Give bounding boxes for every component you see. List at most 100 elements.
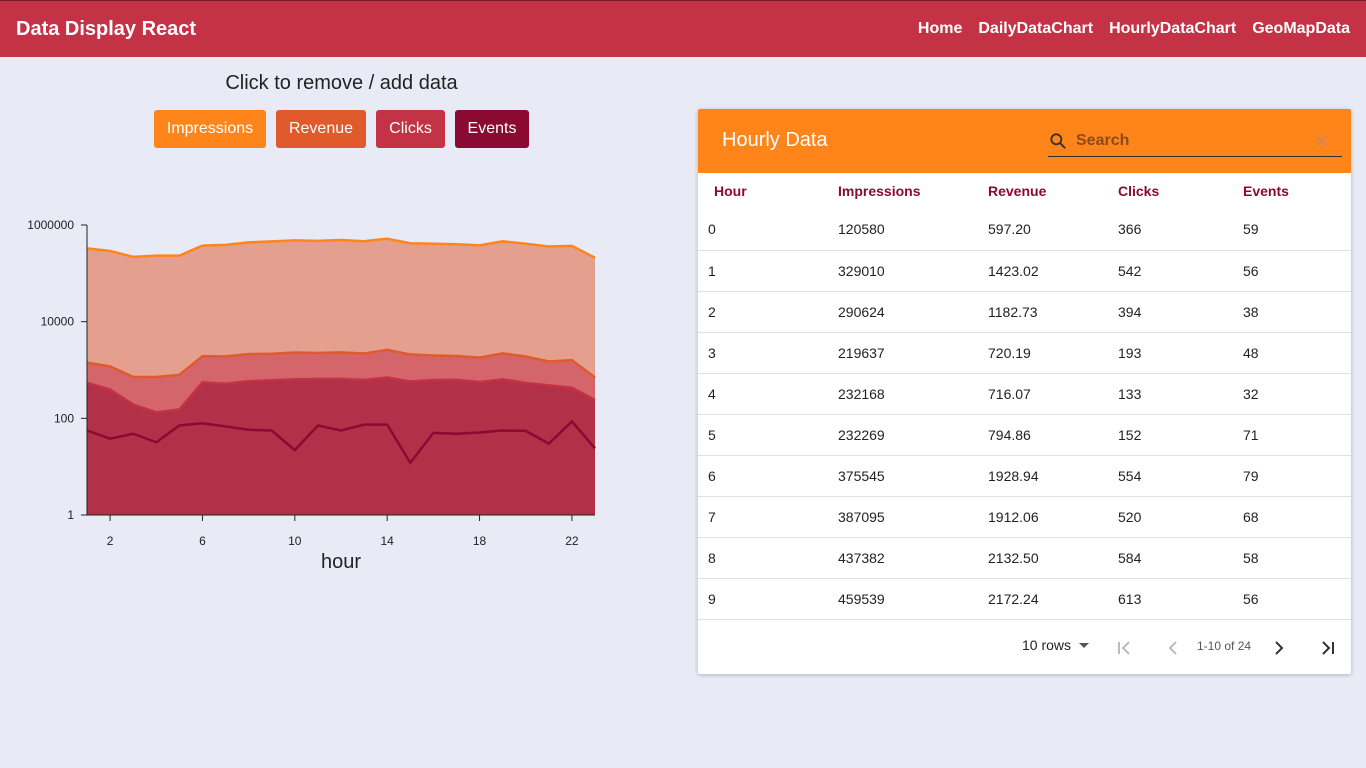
rows-per-page-value: 10 rows: [1022, 637, 1072, 653]
table-cell-revenue: 1182.73: [972, 291, 1102, 333]
table-cell-hour: 1: [698, 250, 822, 292]
table-row[interactable]: 1 329010 1423.02 542 56: [698, 250, 1351, 292]
table-cell-clicks: 152: [1102, 414, 1227, 456]
column-header-impressions[interactable]: Impressions: [822, 173, 972, 209]
x-axis-title: hour: [321, 551, 361, 573]
table-cell-impressions: 232168: [822, 373, 972, 415]
table-cell-clicks: 554: [1102, 455, 1227, 497]
chevron-down-icon: [1079, 642, 1090, 648]
table-cell-revenue: 2132.50: [972, 537, 1102, 579]
column-header-clicks[interactable]: Clicks: [1102, 173, 1227, 209]
table-cell-events: 48: [1227, 332, 1351, 374]
nav-hourly-data-chart[interactable]: HourlyDataChart: [1109, 20, 1236, 38]
clear-search-icon[interactable]: [1314, 133, 1330, 149]
card-title: Hourly Data: [722, 129, 828, 151]
page-info: 1-10 of 24: [1197, 639, 1252, 653]
table-cell-hour: 0: [698, 209, 822, 251]
y-tick-label: 10000: [41, 315, 75, 329]
table-cell-revenue: 794.86: [972, 414, 1102, 456]
table-cell-events: 32: [1227, 373, 1351, 415]
nav-links: Home DailyDataChart HourlyDataChart GeoM…: [918, 20, 1350, 38]
x-tick-label: 18: [473, 534, 487, 548]
table-row[interactable]: 4 232168 716.07 133 32: [698, 373, 1351, 415]
search-input[interactable]: [1076, 129, 1306, 153]
previous-page-icon[interactable]: [1161, 636, 1185, 660]
table-row[interactable]: 9 459539 2172.24 613 56: [698, 578, 1351, 620]
search-box: [1048, 125, 1342, 157]
search-icon: [1050, 133, 1066, 149]
rows-per-page-select[interactable]: 10 rows: [1022, 637, 1090, 653]
table-row[interactable]: 6 375545 1928.94 554 79: [698, 455, 1351, 497]
table-row[interactable]: 0 120580 597.20 366 59: [698, 209, 1351, 251]
y-tick-label: 1000000: [27, 218, 74, 232]
table-cell-events: 79: [1227, 455, 1351, 497]
first-page-icon[interactable]: [1113, 636, 1137, 660]
table-cell-impressions: 375545: [822, 455, 972, 497]
hourly-data-table: Hour Impressions Revenue Clicks Events 0…: [698, 173, 1351, 620]
table-cell-hour: 9: [698, 578, 822, 620]
table-cell-events: 58: [1227, 537, 1351, 579]
y-tick-label: 1: [67, 508, 74, 522]
table-cell-hour: 7: [698, 496, 822, 538]
table-cell-impressions: 219637: [822, 332, 972, 374]
table-cell-clicks: 584: [1102, 537, 1227, 579]
table-cell-clicks: 394: [1102, 291, 1227, 333]
nav-home[interactable]: Home: [918, 20, 962, 38]
table-cell-revenue: 720.19: [972, 332, 1102, 374]
table-cell-impressions: 329010: [822, 250, 972, 292]
table-cell-clicks: 193: [1102, 332, 1227, 374]
nav-geo-map-data[interactable]: GeoMapData: [1252, 20, 1350, 38]
column-header-hour[interactable]: Hour: [698, 173, 822, 209]
pagination: 10 rows 1-10 of 24: [698, 621, 1351, 674]
table-cell-clicks: 542: [1102, 250, 1227, 292]
x-tick-label: 22: [565, 534, 579, 548]
table-row[interactable]: 8 437382 2132.50 584 58: [698, 537, 1351, 579]
table-cell-revenue: 716.07: [972, 373, 1102, 415]
table-cell-events: 59: [1227, 209, 1351, 251]
table-cell-clicks: 613: [1102, 578, 1227, 620]
table-cell-hour: 6: [698, 455, 822, 497]
table-cell-hour: 8: [698, 537, 822, 579]
table-cell-impressions: 437382: [822, 537, 972, 579]
table-row[interactable]: 2 290624 1182.73 394 38: [698, 291, 1351, 333]
table-cell-clicks: 133: [1102, 373, 1227, 415]
app-title[interactable]: Data Display React: [16, 18, 196, 41]
navbar: Data Display React Home DailyDataChart H…: [0, 0, 1366, 57]
table-cell-hour: 5: [698, 414, 822, 456]
table-cell-revenue: 597.20: [972, 209, 1102, 251]
x-tick-label: 10: [288, 534, 302, 548]
table-cell-impressions: 459539: [822, 578, 972, 620]
chart-panel: Click to remove / add data Impressions R…: [0, 57, 690, 768]
y-tick-label: 100: [54, 411, 74, 425]
table-cell-clicks: 366: [1102, 209, 1227, 251]
table-cell-revenue: 1928.94: [972, 455, 1102, 497]
column-header-events[interactable]: Events: [1227, 173, 1351, 209]
column-header-revenue[interactable]: Revenue: [972, 173, 1102, 209]
hourly-data-card: Hourly Data Hour Impressions Revenue Cli…: [698, 109, 1351, 674]
table-cell-events: 56: [1227, 578, 1351, 620]
table-cell-events: 38: [1227, 291, 1351, 333]
table-cell-impressions: 387095: [822, 496, 972, 538]
table-cell-hour: 2: [698, 291, 822, 333]
table-cell-revenue: 1423.02: [972, 250, 1102, 292]
table-row[interactable]: 7 387095 1912.06 520 68: [698, 496, 1351, 538]
table-cell-revenue: 2172.24: [972, 578, 1102, 620]
table-cell-impressions: 290624: [822, 291, 972, 333]
nav-daily-data-chart[interactable]: DailyDataChart: [978, 20, 1093, 38]
hourly-area-chart: 1 100 10000 1000000 2 6 10 14 18 22 hour: [27, 218, 596, 573]
table-cell-events: 56: [1227, 250, 1351, 292]
table-header-row: Hour Impressions Revenue Clicks Events: [698, 173, 1351, 209]
table-cell-clicks: 520: [1102, 496, 1227, 538]
table-cell-events: 71: [1227, 414, 1351, 456]
table-cell-hour: 3: [698, 332, 822, 374]
table-row[interactable]: 3 219637 720.19 193 48: [698, 332, 1351, 374]
table-cell-impressions: 120580: [822, 209, 972, 251]
next-page-icon[interactable]: [1267, 636, 1291, 660]
table-cell-revenue: 1912.06: [972, 496, 1102, 538]
x-tick-label: 6: [199, 534, 206, 548]
x-tick-label: 2: [107, 534, 114, 548]
table-cell-events: 68: [1227, 496, 1351, 538]
table-row[interactable]: 5 232269 794.86 152 71: [698, 414, 1351, 456]
last-page-icon[interactable]: [1315, 636, 1339, 660]
card-header: Hourly Data: [698, 109, 1351, 173]
